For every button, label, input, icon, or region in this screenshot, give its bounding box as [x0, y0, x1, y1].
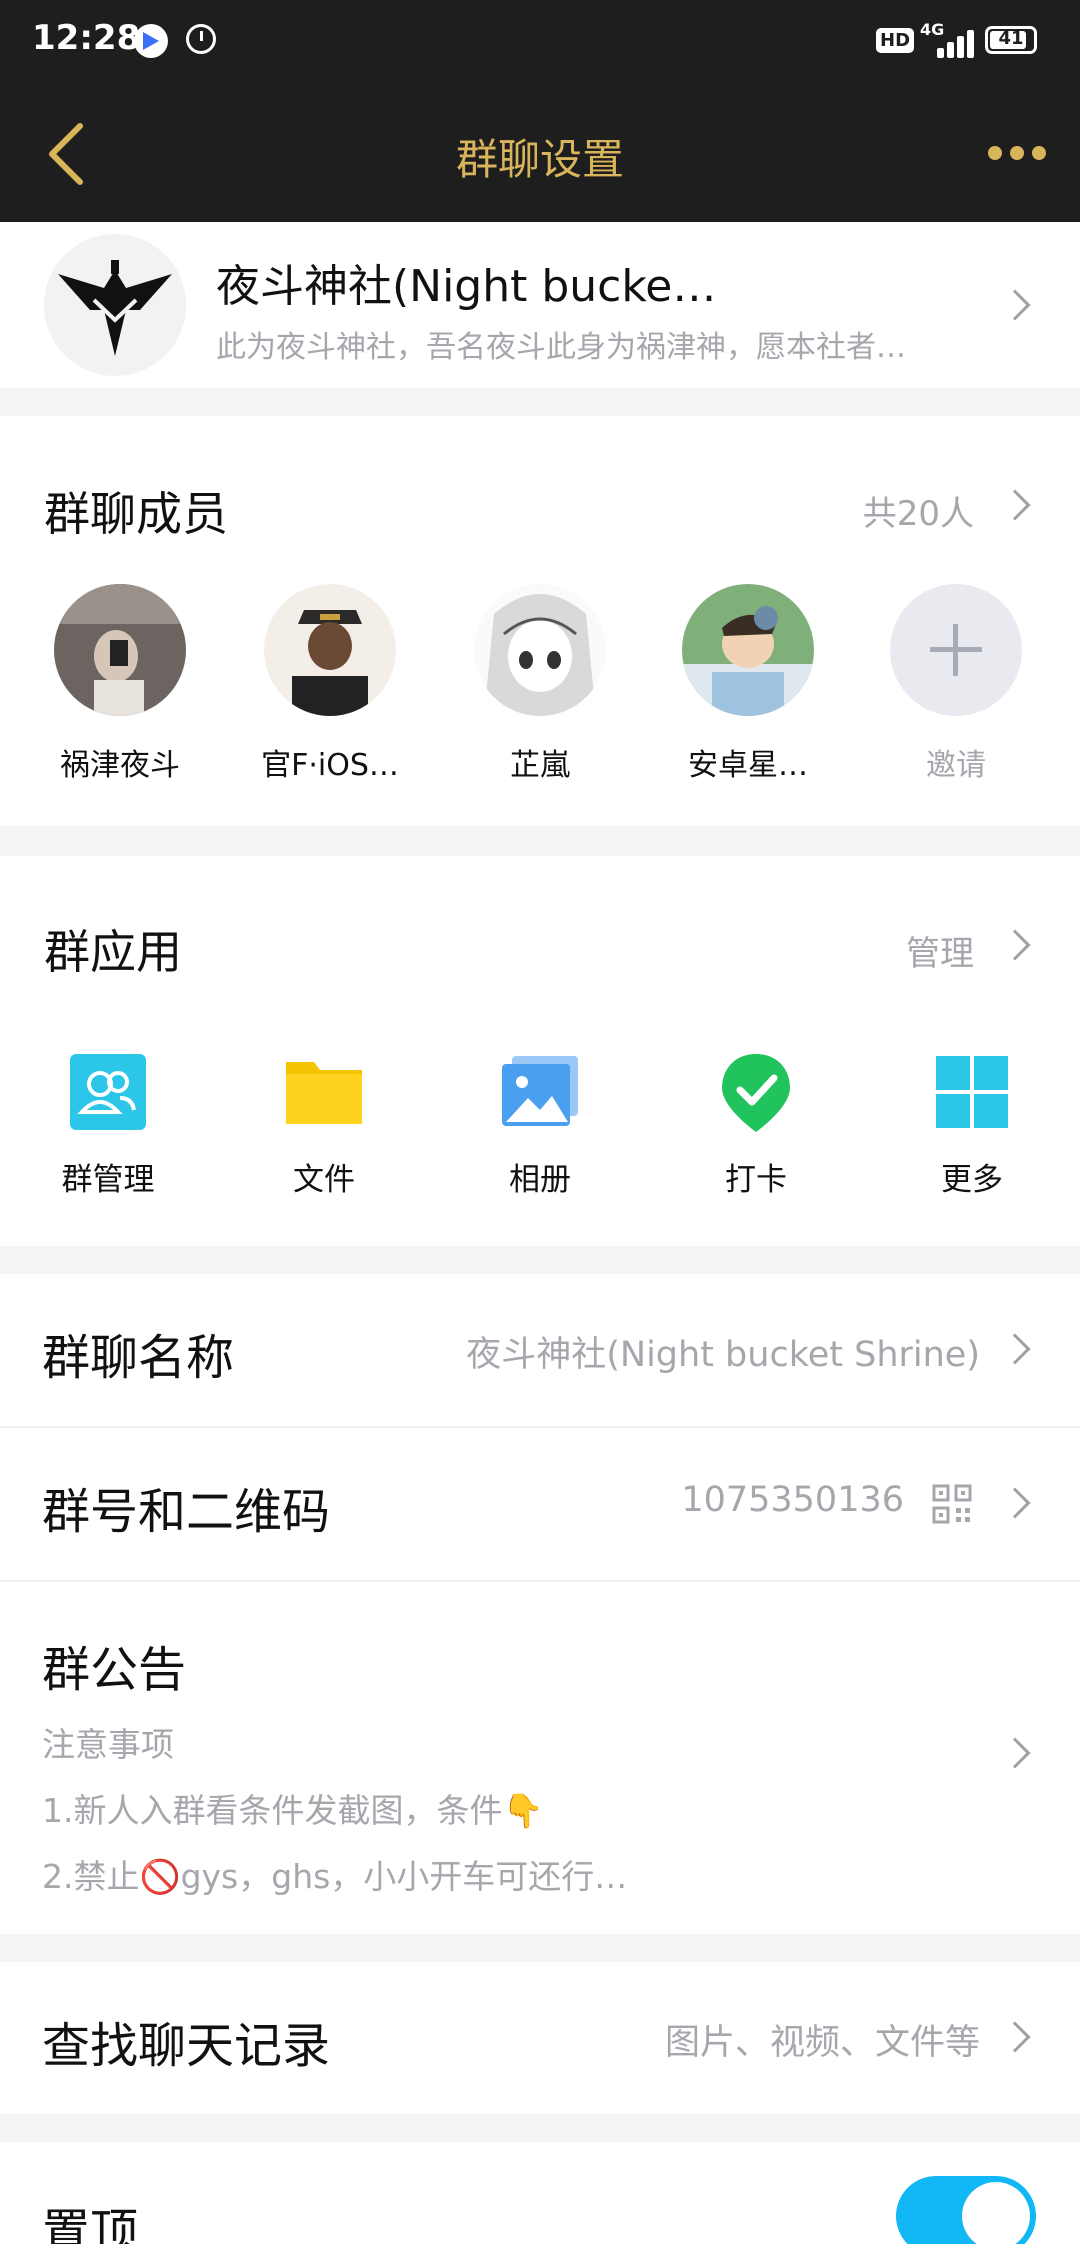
toggle-knob [962, 2182, 1030, 2244]
announcement-line: 注意事项 [42, 1725, 174, 1764]
app-check-in[interactable]: 打卡 [676, 1052, 836, 1199]
announcement-title: 群公告 [42, 1642, 187, 1698]
chevron-right-icon [999, 1333, 1031, 1365]
search-history-hint: 图片、视频、文件等 [664, 2023, 980, 2063]
member-name: 芷嵐 [510, 748, 570, 783]
chevron-right-icon[interactable] [999, 489, 1031, 521]
chevron-right-icon [999, 289, 1031, 321]
chevron-right-icon [999, 2021, 1031, 2053]
avatar [264, 584, 396, 716]
pin-top-row: 置顶 [0, 2142, 1080, 2244]
avatar [682, 584, 814, 716]
row-label: 群聊名称 [42, 1330, 235, 1386]
group-name-row[interactable]: 群聊名称 夜斗神社(Night bucket Shrine) [0, 1274, 1080, 1426]
member-name: 祸津夜斗 [60, 748, 180, 783]
member-name: 官F·iOS… [261, 748, 399, 783]
avatar [54, 584, 186, 716]
page-title: 群聊设置 [455, 135, 624, 184]
announcement-row[interactable]: 群公告 注意事项 1.新人入群看条件发截图，条件👇 2.禁止🚫gys，ghs，小… [0, 1582, 1080, 1934]
member-item[interactable]: 芷嵐 [450, 584, 630, 784]
timer-icon [186, 24, 216, 54]
group-name-value: 夜斗神社(Night bucket Shrine) [466, 1335, 980, 1375]
app-more[interactable]: 更多 [892, 1052, 1052, 1199]
members-title: 群聊成员 [44, 487, 228, 541]
album-icon [500, 1052, 580, 1132]
navigation-bar: 群聊设置 [0, 84, 1080, 222]
members-card: 群聊成员 共20人 祸津夜斗 官F·iOS… 芷嵐 安卓星… 邀请 [0, 416, 1080, 826]
group-apps-card: 群应用 管理 群管理 文件 相册 打卡 更多 [0, 856, 1080, 1246]
status-time: 12:28 [32, 18, 141, 58]
group-name: 夜斗神社(Night bucke… [216, 261, 717, 312]
group-number-row[interactable]: 群号和二维码 1075350136 [0, 1428, 1080, 1580]
row-label: 置顶 [42, 2204, 139, 2244]
row-label: 群号和二维码 [42, 1484, 331, 1540]
app-album[interactable]: 相册 [460, 1052, 620, 1199]
app-label: 更多 [941, 1162, 1003, 1198]
group-info-card[interactable]: 夜斗神社(Night bucke… 此为夜斗神社，吾名夜斗此身为祸津神，愿本社者… [0, 222, 1080, 388]
qr-code-icon [932, 1484, 972, 1524]
chevron-right-icon[interactable] [999, 929, 1031, 961]
invite-label: 邀请 [926, 748, 986, 783]
app-label: 相册 [509, 1162, 571, 1198]
member-name: 安卓星… [688, 748, 808, 783]
group-manage-icon [68, 1052, 148, 1132]
plus-icon [890, 584, 1022, 716]
search-history-row[interactable]: 查找聊天记录 图片、视频、文件等 [0, 1962, 1080, 2114]
app-label: 打卡 [725, 1162, 787, 1198]
members-count[interactable]: 共20人 [863, 486, 974, 535]
battery-icon: 41 [985, 26, 1037, 54]
pin-top-toggle[interactable] [896, 2176, 1036, 2244]
invite-button[interactable]: 邀请 [866, 584, 1046, 784]
group-number-value: 1075350136 [681, 1480, 904, 1520]
member-item[interactable]: 官F·iOS… [240, 584, 420, 784]
announcement-line: 2.禁止🚫gys，ghs，小小开车可还行… [42, 1857, 628, 1896]
battery-level: 41 [998, 28, 1024, 49]
status-bar: 12:28 HD 4G 41 [0, 0, 1080, 84]
app-files[interactable]: 文件 [244, 1052, 404, 1199]
more-options-icon[interactable] [988, 146, 1048, 162]
check-in-icon [716, 1052, 796, 1132]
hd-badge: HD [876, 28, 915, 53]
avatar [474, 584, 606, 716]
member-item[interactable]: 祸津夜斗 [30, 584, 210, 784]
app-label: 文件 [293, 1162, 355, 1198]
member-item[interactable]: 安卓星… [658, 584, 838, 784]
row-label: 查找聊天记录 [42, 2018, 331, 2074]
apps-title: 群应用 [44, 925, 182, 979]
chevron-right-icon [999, 1737, 1031, 1769]
announcement-line: 1.新人入群看条件发截图，条件👇 [42, 1791, 544, 1830]
chevron-right-icon [999, 1487, 1031, 1519]
apps-manage-link[interactable]: 管理 [906, 926, 974, 975]
app-label: 群管理 [61, 1162, 155, 1198]
group-avatar [44, 234, 186, 376]
folder-icon [284, 1052, 364, 1132]
app-group-manage[interactable]: 群管理 [28, 1052, 188, 1199]
video-app-icon [134, 24, 168, 58]
grid-more-icon [932, 1052, 1012, 1132]
group-description: 此为夜斗神社，吾名夜斗此身为祸津神，愿本社者… [216, 330, 906, 365]
signal-icon [925, 28, 975, 58]
